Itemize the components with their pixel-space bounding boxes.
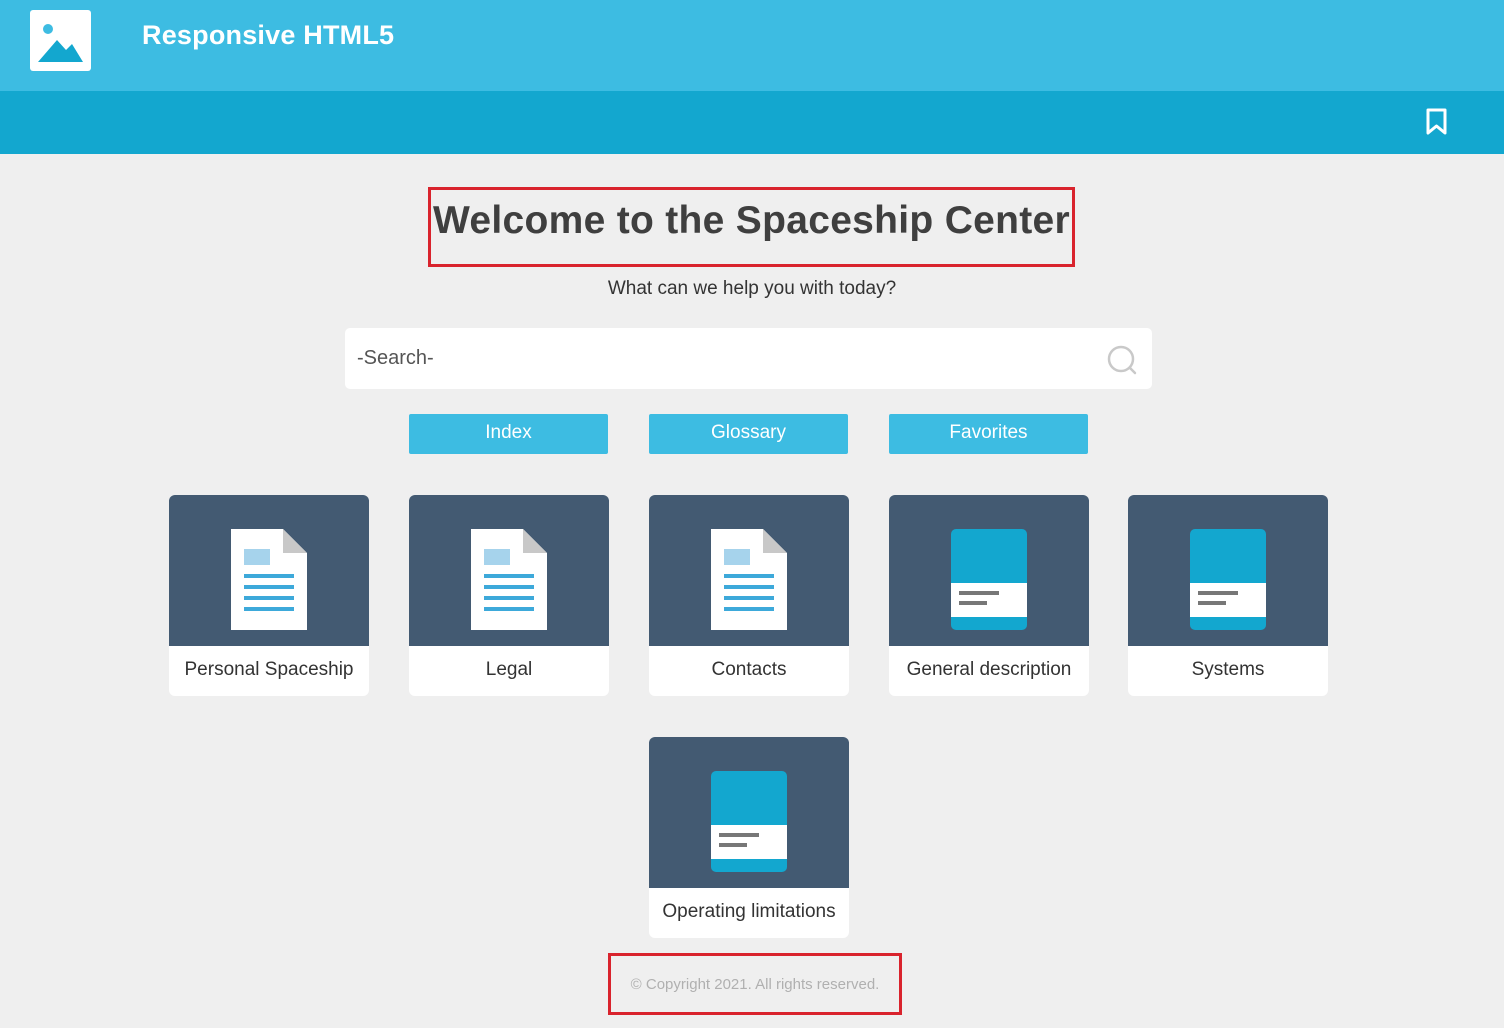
- tile-label: Legal: [485, 659, 533, 680]
- tile-label: Contacts: [711, 659, 787, 680]
- search-input[interactable]: [345, 328, 1085, 389]
- tile-operating-limitations[interactable]: Operating limitations: [649, 737, 849, 938]
- tile-legal[interactable]: Legal: [409, 495, 609, 696]
- favorites-button[interactable]: Favorites: [889, 414, 1088, 454]
- tile-label: General description: [906, 659, 1072, 680]
- logo[interactable]: [30, 10, 91, 71]
- tile-contacts[interactable]: Contacts: [649, 495, 849, 696]
- tile-personal-spaceship[interactable]: Personal Spaceship: [169, 495, 369, 696]
- book-icon: [711, 771, 787, 872]
- copyright-text: © Copyright 2021. All rights reserved.: [630, 976, 880, 993]
- tile-label: Operating limitations: [662, 901, 836, 922]
- toolbar: [0, 91, 1504, 154]
- book-icon: [1190, 529, 1266, 630]
- brand-title: Responsive HTML5: [142, 20, 395, 50]
- page-subtitle: What can we help you with today?: [607, 278, 897, 299]
- index-button[interactable]: Index: [409, 414, 608, 454]
- document-icon: [711, 529, 787, 630]
- search-bar: [345, 328, 1152, 389]
- search-icon[interactable]: [1106, 344, 1137, 375]
- image-placeholder-icon: [38, 18, 83, 63]
- tile-label: Systems: [1191, 659, 1265, 680]
- document-icon: [231, 529, 307, 630]
- page-title: Welcome to the Spaceship Center: [432, 199, 1071, 242]
- book-icon: [951, 529, 1027, 630]
- document-icon: [471, 529, 547, 630]
- bookmark-icon[interactable]: [1424, 108, 1449, 136]
- tile-general-description[interactable]: General description: [889, 495, 1089, 696]
- glossary-button[interactable]: Glossary: [649, 414, 848, 454]
- tile-systems[interactable]: Systems: [1128, 495, 1328, 696]
- top-header: Responsive HTML5: [0, 0, 1504, 91]
- tile-label: Personal Spaceship: [184, 659, 354, 680]
